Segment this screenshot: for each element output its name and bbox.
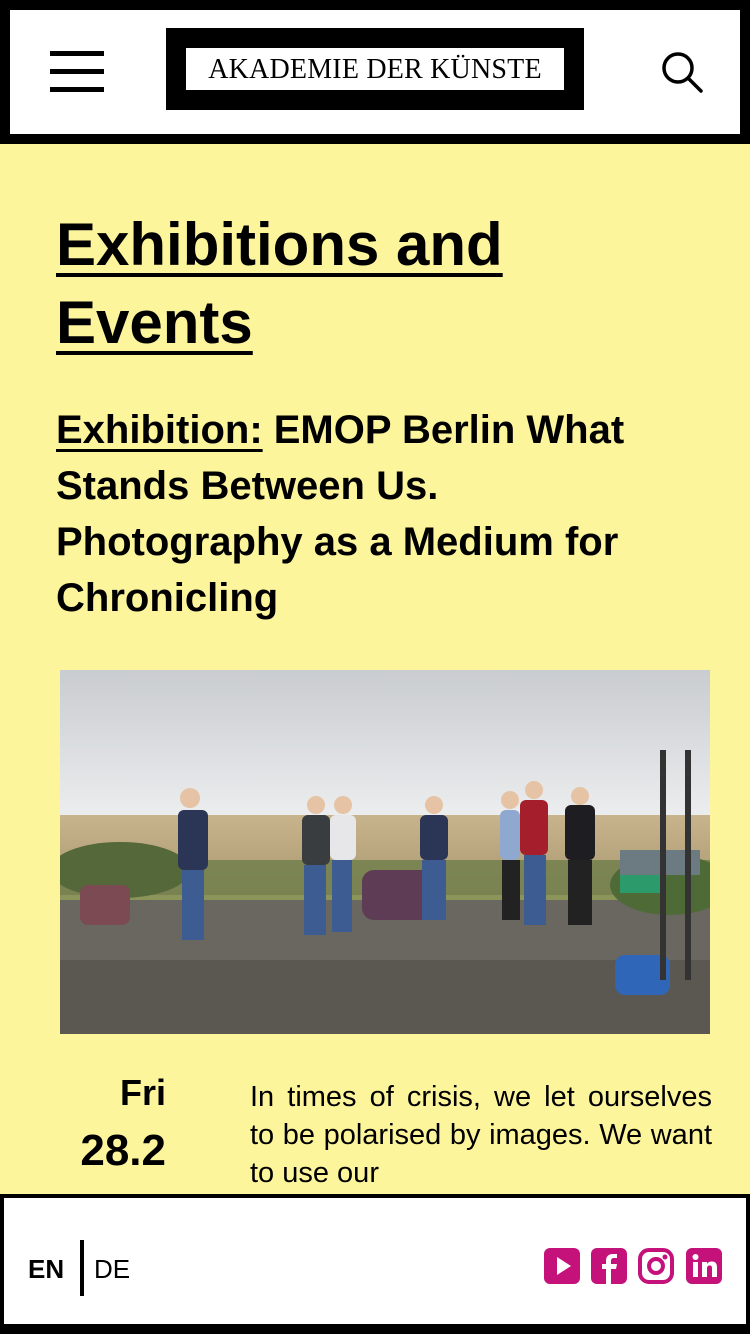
youtube-icon[interactable] xyxy=(544,1248,580,1284)
event-teaser: In times of crisis, we let ourselves to … xyxy=(250,1081,712,1189)
footer-bar: EN DE xyxy=(4,1198,746,1324)
page-title-link[interactable]: Exhibitions and Events xyxy=(56,211,503,356)
language-divider xyxy=(80,1240,84,1296)
language-en[interactable]: EN xyxy=(28,1254,64,1285)
facebook-icon[interactable] xyxy=(591,1248,627,1284)
site-footer: EN DE xyxy=(0,1194,750,1334)
site-logo[interactable]: AKADEMIE DER KÜNSTE xyxy=(166,28,584,110)
logo-text: AKADEMIE DER KÜNSTE xyxy=(186,48,564,90)
instagram-icon[interactable] xyxy=(638,1248,674,1284)
language-de[interactable]: DE xyxy=(94,1254,130,1285)
page-title: Exhibitions and Events xyxy=(56,206,616,362)
event-day: Fri xyxy=(119,1072,166,1113)
event-title[interactable]: Exhibition: EMOP Berlin What Stands Betw… xyxy=(56,402,696,626)
hamburger-menu-icon[interactable] xyxy=(50,51,104,93)
event-date: 28.2 xyxy=(80,1126,166,1175)
search-icon[interactable] xyxy=(660,50,704,94)
event-kind-link[interactable]: Exhibition: xyxy=(56,408,263,452)
header-bar: AKADEMIE DER KÜNSTE xyxy=(10,10,740,134)
site-header: AKADEMIE DER KÜNSTE xyxy=(0,0,750,144)
main-content: Exhibitions and Events Exhibition: EMOP … xyxy=(0,144,750,1194)
event-photo[interactable] xyxy=(60,670,710,1034)
linkedin-icon[interactable] xyxy=(686,1248,722,1284)
